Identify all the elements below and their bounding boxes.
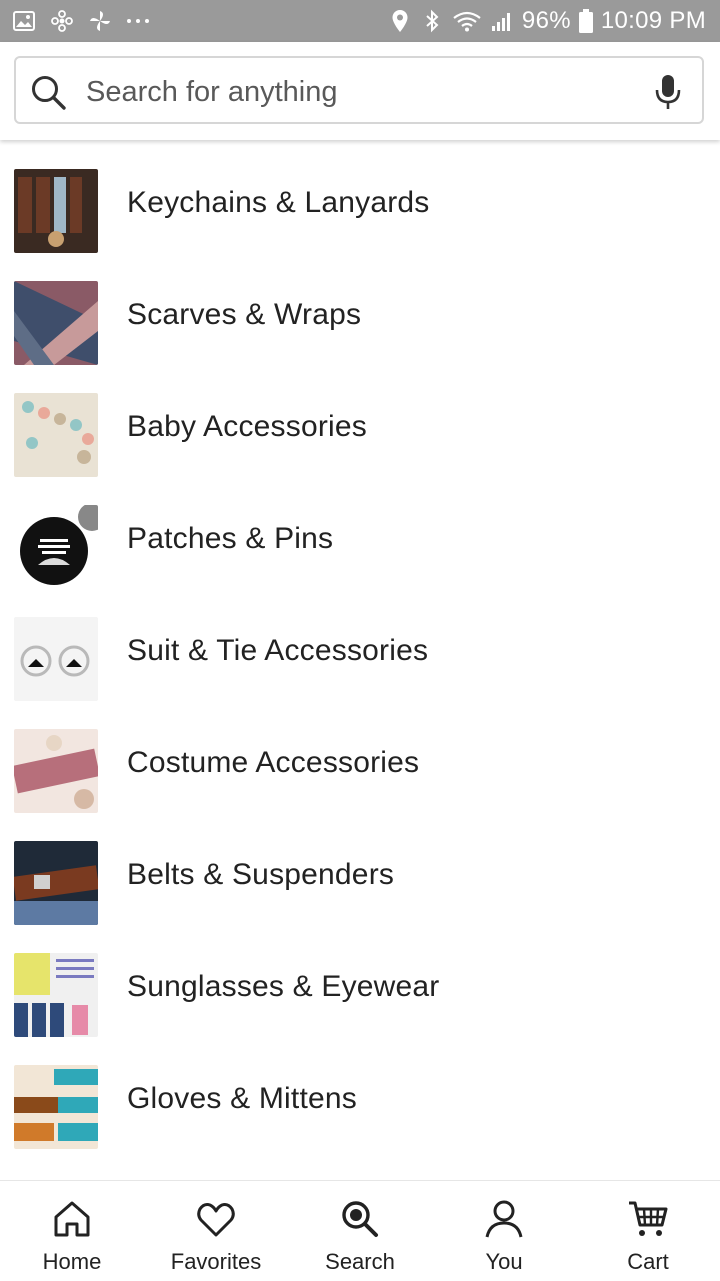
- search-input[interactable]: [86, 58, 646, 122]
- battery-icon: [578, 9, 593, 33]
- list-item[interactable]: Patches & Pins: [0, 476, 720, 589]
- category-thumbnail: [14, 953, 98, 1037]
- list-item[interactable]: Gloves & Mittens: [0, 1036, 720, 1149]
- category-thumbnail: [14, 169, 98, 253]
- status-bar-left: [12, 9, 150, 33]
- category-label: Suit & Tie Accessories: [127, 634, 429, 667]
- nav-search-label: Search: [325, 1249, 395, 1274]
- category-list: Keychains & Lanyards Scarves & Wraps Bab…: [0, 140, 720, 1180]
- category-thumbnail: [14, 505, 98, 589]
- list-item[interactable]: Belts & Suspenders: [0, 812, 720, 925]
- pinwheel-icon: [50, 9, 74, 33]
- nav-home[interactable]: Home: [0, 1181, 144, 1275]
- category-thumbnail: [14, 393, 98, 477]
- nav-you[interactable]: You: [432, 1181, 576, 1275]
- category-label: Patches & Pins: [127, 522, 334, 555]
- person-icon: [485, 1200, 523, 1238]
- nav-cart[interactable]: Cart: [576, 1181, 720, 1275]
- nav-you-label: You: [485, 1249, 523, 1274]
- list-item[interactable]: Scarves & Wraps: [0, 252, 720, 365]
- list-item[interactable]: Costume Accessories: [0, 700, 720, 813]
- search-bar[interactable]: [14, 56, 704, 124]
- bottom-navigation: Home Favorites Search You Cart: [0, 1180, 720, 1281]
- battery-percentage: 96%: [521, 7, 571, 34]
- nav-cart-label: Cart: [627, 1249, 669, 1274]
- more-dots-icon: [126, 9, 150, 33]
- list-item[interactable]: Baby Accessories: [0, 364, 720, 477]
- list-item[interactable]: Keychains & Lanyards: [0, 140, 720, 253]
- category-label: Scarves & Wraps: [127, 298, 362, 331]
- category-label: Keychains & Lanyards: [127, 186, 430, 219]
- nav-favorites[interactable]: Favorites: [144, 1181, 288, 1275]
- cart-icon: [629, 1201, 668, 1236]
- category-label: Costume Accessories: [127, 746, 420, 779]
- gallery-icon: [12, 9, 36, 33]
- bluetooth-icon: [420, 9, 444, 33]
- search-header: [0, 42, 720, 140]
- category-thumbnail: [14, 617, 98, 701]
- category-label: Belts & Suspenders: [127, 858, 395, 891]
- list-item[interactable]: Sunglasses & Eyewear: [0, 924, 720, 1037]
- category-label: Gloves & Mittens: [127, 1082, 357, 1115]
- list-item[interactable]: Suit & Tie Accessories: [0, 588, 720, 701]
- category-label: Sunglasses & Eyewear: [127, 970, 440, 1003]
- category-thumbnail: [14, 1065, 98, 1149]
- fan-icon: [88, 9, 112, 33]
- heart-icon: [197, 1203, 235, 1237]
- wifi-icon: [452, 9, 482, 33]
- nav-favorites-label: Favorites: [170, 1249, 262, 1274]
- nav-home-label: Home: [42, 1249, 102, 1274]
- category-thumbnail: [14, 281, 98, 365]
- category-label: Baby Accessories: [127, 410, 367, 443]
- category-thumbnail: [14, 729, 98, 813]
- status-bar: 96% 10:09 PM: [0, 0, 720, 42]
- clock-time: 10:09 PM: [600, 7, 706, 34]
- search-icon: [342, 1201, 378, 1237]
- category-thumbnail: [14, 841, 98, 925]
- home-icon: [54, 1201, 90, 1237]
- location-icon: [388, 9, 412, 33]
- search-icon: [30, 74, 68, 112]
- signal-icon: [490, 9, 514, 33]
- status-bar-right: 96% 10:09 PM: [388, 7, 706, 35]
- microphone-icon[interactable]: [652, 74, 684, 110]
- nav-search[interactable]: Search: [288, 1181, 432, 1275]
